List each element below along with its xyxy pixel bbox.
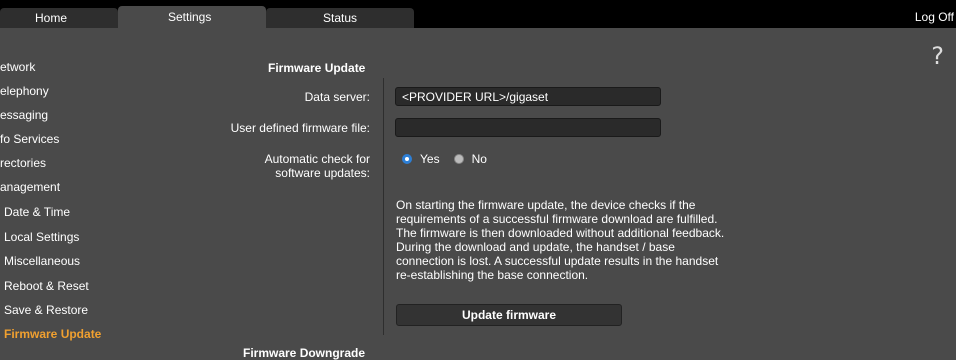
sidebar-item-reboot-reset[interactable]: Reboot & Reset: [4, 279, 89, 293]
sidebar-item-management[interactable]: anagement: [0, 180, 60, 194]
auto-check-label: Automatic check for software updates:: [30, 152, 370, 180]
data-server-input[interactable]: [395, 87, 661, 106]
sidebar-item-date-time[interactable]: Date & Time: [4, 205, 70, 219]
data-server-label: Data server:: [304, 90, 370, 104]
desc-line: The firmware is then downloaded without …: [396, 226, 725, 240]
sidebar: etwork elephony essaging fo Services rec…: [0, 28, 190, 360]
logoff-link[interactable]: Log Off: [915, 10, 954, 24]
auto-check-radio-group: Yes No: [402, 152, 501, 166]
desc-line: requirements of a successful firmware do…: [396, 212, 718, 226]
radio-yes-label[interactable]: Yes: [420, 152, 440, 166]
user-firmware-input[interactable]: [395, 118, 661, 137]
main-panel: etwork elephony essaging fo Services rec…: [0, 28, 956, 360]
sidebar-item-miscellaneous[interactable]: Miscellaneous: [4, 254, 80, 268]
sidebar-item-save-restore[interactable]: Save & Restore: [4, 303, 88, 317]
sidebar-item-local-settings[interactable]: Local Settings: [4, 230, 79, 244]
sidebar-item-firmware-update[interactable]: Firmware Update: [4, 327, 101, 341]
desc-line: connection is lost. A successful update …: [396, 254, 719, 268]
sidebar-item-messaging[interactable]: essaging: [0, 108, 48, 122]
radio-no-label[interactable]: No: [472, 152, 487, 166]
tab-settings[interactable]: Settings: [118, 6, 266, 28]
divider: [383, 78, 384, 335]
sidebar-item-network[interactable]: etwork: [0, 60, 35, 74]
auto-check-label-line2: software updates:: [275, 166, 370, 180]
update-firmware-button[interactable]: Update firmware: [396, 304, 622, 326]
help-icon[interactable]: ?: [931, 42, 944, 70]
radio-no[interactable]: [453, 154, 464, 164]
desc-line: On starting the firmware update, the dev…: [396, 198, 696, 212]
desc-line: During the download and update, the hand…: [396, 240, 675, 254]
section-title-firmware-downgrade: Firmware Downgrade: [243, 346, 366, 360]
user-firmware-label: User defined firmware file:: [230, 121, 370, 135]
radio-yes[interactable]: [402, 154, 412, 164]
top-nav: Home Settings Status Log Off: [0, 0, 956, 28]
tab-status[interactable]: Status: [266, 8, 414, 28]
desc-line: re-establishing the base connection.: [396, 268, 589, 282]
firmware-description: On starting the firmware update, the dev…: [396, 198, 766, 282]
auto-check-label-line1: Automatic check for: [264, 152, 370, 166]
tab-home[interactable]: Home: [0, 8, 118, 28]
section-title-firmware-update: Firmware Update: [268, 61, 366, 75]
